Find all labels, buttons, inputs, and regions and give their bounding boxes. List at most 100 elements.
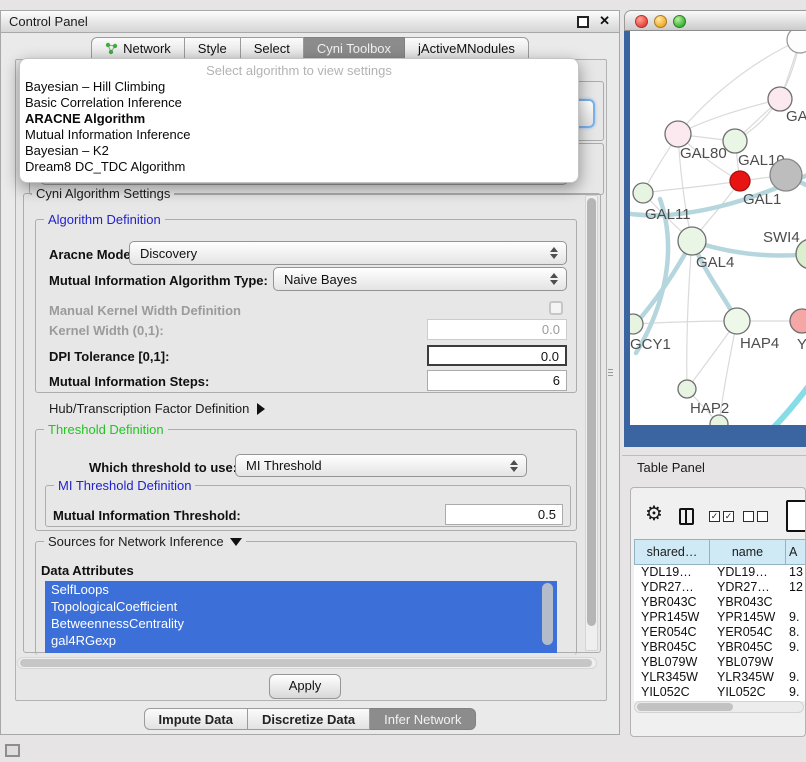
checkbox-unchecked-icon[interactable] bbox=[743, 511, 754, 522]
algorithm-option[interactable]: Bayesian – Hill Climbing bbox=[20, 79, 578, 95]
list-item[interactable]: BetweennessCentrality bbox=[45, 615, 557, 632]
table-cell: YDR27… bbox=[710, 580, 786, 595]
docked-panel-icon[interactable] bbox=[5, 744, 20, 757]
list-item[interactable]: TopologicalCoefficient bbox=[45, 598, 557, 615]
algorithm-option[interactable]: Mutual Information Inference bbox=[20, 127, 578, 143]
table-row[interactable]: YPR145WYPR145W9. bbox=[634, 610, 806, 625]
kernel-width-field[interactable]: 0.0 bbox=[427, 319, 567, 340]
apply-button[interactable]: Apply bbox=[269, 674, 341, 699]
tab-network[interactable]: Network bbox=[91, 37, 185, 59]
checkbox-checked-icon[interactable]: ✓ bbox=[709, 511, 720, 522]
mi-type-combobox[interactable]: Naive Bayes bbox=[273, 267, 567, 291]
algorithm-option[interactable]: Basic Correlation Inference bbox=[20, 95, 578, 111]
data-attributes-label: Data Attributes bbox=[41, 563, 134, 578]
mi-steps-field[interactable]: 6 bbox=[427, 370, 567, 391]
tab-style[interactable]: Style bbox=[185, 37, 241, 59]
algorithm-dropdown-popup: Select algorithm to view settings Bayesi… bbox=[19, 58, 579, 183]
table-cell: 9. bbox=[786, 685, 806, 700]
table-cell: YIL052C bbox=[634, 685, 710, 700]
table-header: shared… name A bbox=[634, 539, 806, 565]
table-row[interactable]: YIL052CYIL052C9. bbox=[634, 685, 806, 700]
tab-jactivemnodules[interactable]: jActiveMNodules bbox=[405, 37, 529, 59]
list-item[interactable]: gal4RGexp bbox=[45, 632, 557, 649]
algorithm-option[interactable]: Bayesian – K2 bbox=[20, 143, 578, 159]
network-node[interactable] bbox=[730, 171, 750, 191]
tab-cyni-toolbox[interactable]: Cyni Toolbox bbox=[304, 37, 405, 59]
algorithm-option[interactable]: Dream8 DC_TDC Algorithm bbox=[20, 159, 578, 175]
control-panel-titlebar[interactable]: Control Panel ✕ bbox=[1, 11, 619, 33]
which-threshold-combobox[interactable]: MI Threshold bbox=[235, 454, 527, 477]
network-node[interactable] bbox=[787, 31, 806, 53]
network-node[interactable] bbox=[678, 227, 706, 255]
network-node-label: GAL11 bbox=[645, 206, 691, 223]
minimize-traffic-light[interactable] bbox=[654, 15, 667, 28]
table-cell: 13 bbox=[786, 565, 806, 580]
tab-label: Style bbox=[198, 41, 227, 56]
float-window-icon[interactable] bbox=[577, 16, 589, 28]
table-cell: YPR145W bbox=[710, 610, 786, 625]
list-item[interactable]: SelfLoops bbox=[45, 581, 557, 598]
checkbox-unchecked-icon[interactable] bbox=[757, 511, 768, 522]
tab-impute-data[interactable]: Impute Data bbox=[144, 708, 248, 730]
network-node[interactable] bbox=[723, 129, 747, 153]
mi-threshold-field[interactable]: 0.5 bbox=[445, 504, 563, 525]
list-scrollbar[interactable] bbox=[542, 583, 553, 645]
column-header-shared-name[interactable]: shared… bbox=[634, 539, 710, 565]
network-node[interactable] bbox=[790, 309, 806, 333]
table-row[interactable]: YBR045CYBR045C9. bbox=[634, 640, 806, 655]
stepper-arrows-icon bbox=[550, 273, 558, 285]
table-cell: YIL052C bbox=[710, 685, 786, 700]
document-icon[interactable] bbox=[786, 500, 806, 532]
dpi-tolerance-field[interactable]: 0.0 bbox=[427, 345, 567, 366]
close-icon[interactable]: ✕ bbox=[599, 13, 610, 29]
table-cell: 9. bbox=[786, 640, 806, 655]
columns-icon[interactable] bbox=[679, 508, 694, 525]
zoom-traffic-light[interactable] bbox=[673, 15, 686, 28]
network-node[interactable] bbox=[770, 159, 802, 191]
table-row[interactable]: YDR27…YDR27…12 bbox=[634, 580, 806, 595]
settings-horizontal-scrollbar[interactable] bbox=[17, 657, 597, 669]
network-tab-icon bbox=[105, 42, 118, 55]
column-header-name[interactable]: name bbox=[710, 539, 786, 565]
settings-vertical-scrollbar[interactable] bbox=[585, 195, 598, 651]
stepper-arrows-icon bbox=[510, 460, 518, 472]
algorithm-option-selected[interactable]: ARACNE Algorithm bbox=[20, 111, 578, 127]
gear-icon[interactable]: ⚙ bbox=[645, 504, 663, 524]
tab-select[interactable]: Select bbox=[241, 37, 304, 59]
tab-discretize-data[interactable]: Discretize Data bbox=[248, 708, 370, 730]
scrollbar-thumb[interactable] bbox=[637, 703, 733, 711]
network-window-titlebar[interactable] bbox=[624, 10, 806, 31]
mi-threshold-group-title: MI Threshold Definition bbox=[54, 478, 195, 493]
aracne-mode-value: Discovery bbox=[140, 246, 197, 261]
panel-divider bbox=[622, 455, 806, 456]
table-row[interactable]: YBR043CYBR043C bbox=[634, 595, 806, 610]
network-node[interactable] bbox=[724, 308, 750, 334]
screen: Control Panel ✕ Network Style Select Cyn… bbox=[0, 0, 806, 762]
table-cell bbox=[786, 655, 806, 670]
dpi-tolerance-label: DPI Tolerance [0,1]: bbox=[49, 349, 169, 364]
network-node[interactable] bbox=[633, 183, 653, 203]
hub-definition-toggle[interactable]: Hub/Transcription Factor Definition bbox=[49, 401, 265, 416]
splitter-grip[interactable] bbox=[608, 369, 613, 378]
checkbox-checked-icon[interactable]: ✓ bbox=[723, 511, 734, 522]
scrollbar-thumb[interactable] bbox=[587, 198, 596, 626]
network-node[interactable] bbox=[665, 121, 691, 147]
data-attributes-list[interactable]: SelfLoops TopologicalCoefficient Between… bbox=[45, 581, 557, 653]
mi-type-label: Mutual Information Algorithm Type: bbox=[49, 273, 268, 288]
column-header-clipped[interactable]: A bbox=[786, 539, 806, 565]
close-traffic-light[interactable] bbox=[635, 15, 648, 28]
table-cell: YBL079W bbox=[634, 655, 710, 670]
aracne-mode-combobox[interactable]: Discovery bbox=[129, 241, 567, 265]
sources-group-title[interactable]: Sources for Network Inference bbox=[44, 534, 246, 549]
network-canvas[interactable]: GALGAL80GAL10GAL1GAL11SWI4GAL4GCY1HAP4YH… bbox=[630, 31, 806, 425]
scrollbar-thumb[interactable] bbox=[20, 659, 592, 667]
stepper-arrows-icon bbox=[550, 247, 558, 259]
table-row[interactable]: YBL079WYBL079W bbox=[634, 655, 806, 670]
table-row[interactable]: YDL19…YDL19…13 bbox=[634, 565, 806, 580]
network-node[interactable] bbox=[678, 380, 696, 398]
table-row[interactable]: YLR345WYLR345W9. bbox=[634, 670, 806, 685]
table-row[interactable]: YER054CYER054C8. bbox=[634, 625, 806, 640]
table-horizontal-scrollbar[interactable] bbox=[634, 701, 804, 713]
manual-kernel-checkbox[interactable] bbox=[549, 301, 563, 315]
tab-infer-network[interactable]: Infer Network bbox=[370, 708, 476, 730]
